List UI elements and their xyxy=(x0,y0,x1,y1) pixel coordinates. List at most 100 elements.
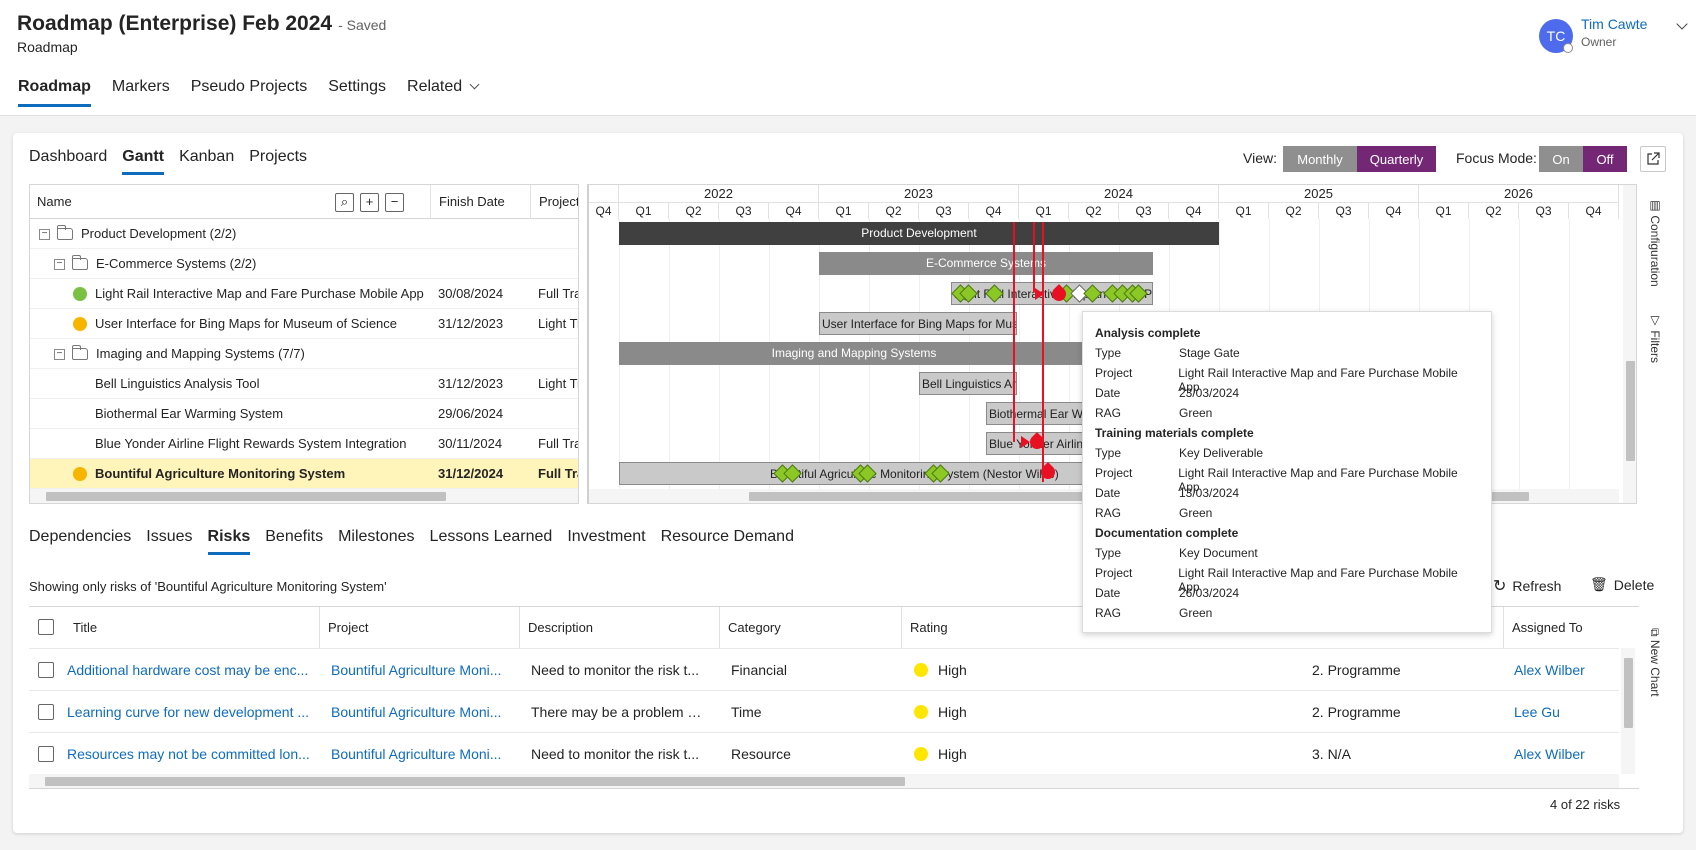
table-row[interactable]: Additional hardware cost may be enc... B… xyxy=(29,648,1619,690)
gantt-row[interactable]: User Interface for Bing Maps for Museum … xyxy=(30,309,578,339)
gantt-bar-imaging-mapping[interactable]: Imaging and Mapping Systems xyxy=(619,342,1089,365)
gantt-bar-product-development[interactable]: Product Development xyxy=(619,222,1219,245)
tab-benefits[interactable]: Benefits xyxy=(265,528,323,555)
rag-status-icon xyxy=(73,287,87,301)
new-chart-side-tab[interactable]: ⧉ New Chart xyxy=(1648,628,1662,697)
dependency-line[interactable] xyxy=(1033,222,1035,292)
row-finish-date: 30/08/2024 xyxy=(438,286,504,301)
table-row[interactable]: Learning curve for new development ... B… xyxy=(29,690,1619,732)
gantt-bar-bell-linguistics[interactable]: Bell Linguistics Analysis Tool xyxy=(919,372,1017,395)
row-name: Imaging and Mapping Systems (7/7) xyxy=(96,346,305,361)
quarter-label: Q2 xyxy=(669,202,719,219)
collapse-icon[interactable]: − xyxy=(54,349,65,360)
tab-markers[interactable]: Markers xyxy=(112,78,170,107)
gantt-row[interactable]: − Imaging and Mapping Systems (7/7) xyxy=(30,339,578,369)
risk-title-link[interactable]: Learning curve for new development ... xyxy=(67,691,317,733)
tab-related[interactable]: Related xyxy=(407,78,480,107)
gantt-row[interactable]: Light Rail Interactive Map and Fare Purc… xyxy=(30,279,578,309)
row-checkbox[interactable] xyxy=(38,746,54,762)
risk-project-link[interactable]: Bountiful Agriculture Moni... xyxy=(331,649,511,691)
row-checkbox[interactable] xyxy=(38,704,54,720)
gantt-row[interactable]: Blue Yonder Airline Flight Rewards Syste… xyxy=(30,429,578,459)
column-header-assigned-to[interactable]: Assigned To xyxy=(1503,607,1619,648)
tab-milestones[interactable]: Milestones xyxy=(338,528,414,555)
tab-roadmap[interactable]: Roadmap xyxy=(18,78,91,107)
risk-assigned-link[interactable]: Alex Wilber xyxy=(1514,733,1614,775)
risk-assigned-link[interactable]: Alex Wilber xyxy=(1514,649,1614,691)
scrollbar-thumb[interactable] xyxy=(45,777,905,786)
tab-related-label: Related xyxy=(407,78,463,95)
configuration-side-tab[interactable]: ▥ Configuration xyxy=(1648,198,1662,287)
monthly-button[interactable]: Monthly xyxy=(1283,146,1357,172)
gantt-row-selected[interactable]: Bountiful Agriculture Monitoring System … xyxy=(30,459,578,489)
delete-label: Delete xyxy=(1613,576,1655,593)
tooltip-field: Project Light Rail Interactive Map and Fa… xyxy=(1095,566,1479,594)
expand-all-button[interactable]: + xyxy=(360,193,379,212)
tab-resource-demand[interactable]: Resource Demand xyxy=(661,528,794,555)
scrollbar-thumb[interactable] xyxy=(46,492,446,501)
gantt-bar-e-commerce[interactable]: E-Commerce Systems xyxy=(819,252,1153,275)
risk-assigned-link[interactable]: Lee Gu xyxy=(1514,691,1614,733)
year-label: 2026 xyxy=(1419,185,1619,202)
tab-investment[interactable]: Investment xyxy=(567,528,645,555)
delete-button[interactable]: 🗑 Delete xyxy=(1590,576,1654,593)
tab-risks[interactable]: Risks xyxy=(207,528,251,555)
tab-kanban[interactable]: Kanban xyxy=(179,148,234,175)
timeline-vertical-scrollbar[interactable] xyxy=(1623,185,1636,503)
tab-settings[interactable]: Settings xyxy=(328,78,386,107)
scrollbar-thumb[interactable] xyxy=(1626,361,1635,461)
tab-issues[interactable]: Issues xyxy=(146,528,192,555)
grid-line xyxy=(1569,219,1570,489)
gantt-bar-bing-maps[interactable]: User Interface for Bing Maps for Museum … xyxy=(819,312,1017,335)
collapse-icon[interactable]: − xyxy=(39,229,50,240)
focus-off-button[interactable]: Off xyxy=(1583,146,1627,172)
tab-dependencies[interactable]: Dependencies xyxy=(29,528,131,555)
chevron-down-icon[interactable] xyxy=(1676,18,1688,30)
column-header-title[interactable]: Title xyxy=(65,607,349,648)
gantt-bar-biothermal[interactable]: Biothermal Ear Warming System xyxy=(986,402,1089,425)
column-header-description[interactable]: Description xyxy=(519,607,719,648)
table-horizontal-scrollbar[interactable] xyxy=(29,774,1619,788)
scrollbar-thumb[interactable] xyxy=(1624,658,1633,728)
popout-button[interactable] xyxy=(1640,146,1666,172)
tab-gantt[interactable]: Gantt xyxy=(122,148,165,175)
row-checkbox[interactable] xyxy=(38,662,54,678)
tooltip-field: Date 26/03/2024 xyxy=(1095,586,1479,606)
tab-pseudo-projects[interactable]: Pseudo Projects xyxy=(191,78,308,107)
tab-projects[interactable]: Projects xyxy=(249,148,307,175)
gantt-row[interactable]: − E-Commerce Systems (2/2) xyxy=(30,249,578,279)
risk-level: 3. N/A xyxy=(1312,746,1351,762)
collapse-all-button[interactable]: − xyxy=(385,193,404,212)
gantt-row[interactable]: Bell Linguistics Analysis Tool 31/12/202… xyxy=(30,369,579,399)
column-header-project[interactable]: Project xyxy=(530,185,578,219)
user-name[interactable]: Tim Cawte xyxy=(1581,16,1647,32)
table-row[interactable]: Resources may not be committed lon... Bo… xyxy=(29,732,1619,774)
focus-on-button[interactable]: On xyxy=(1539,146,1583,172)
tab-dashboard[interactable]: Dashboard xyxy=(29,148,107,175)
dependency-line[interactable] xyxy=(1013,222,1015,442)
tab-lessons-learned[interactable]: Lessons Learned xyxy=(430,528,553,555)
risk-title-link[interactable]: Resources may not be committed lon... xyxy=(67,733,317,775)
risk-project-link[interactable]: Bountiful Agriculture Moni... xyxy=(331,691,511,733)
quarter-label: Q1 xyxy=(819,202,869,219)
column-header-rating[interactable]: Rating xyxy=(901,607,1101,648)
column-header-finish-date[interactable]: Finish Date xyxy=(430,185,530,219)
risk-project-link[interactable]: Bountiful Agriculture Moni... xyxy=(331,733,511,775)
select-all-checkbox[interactable] xyxy=(38,619,54,635)
table-vertical-scrollbar[interactable] xyxy=(1621,648,1635,774)
column-header-category[interactable]: Category xyxy=(719,607,901,648)
quarterly-button[interactable]: Quarterly xyxy=(1357,146,1436,172)
delete-icon: 🗑 xyxy=(1590,576,1608,592)
tooltip-field-key: Date xyxy=(1095,486,1121,500)
gantt-row[interactable]: Biothermal Ear Warming System 29/06/2024 xyxy=(30,399,578,429)
search-icon[interactable]: ⌕ xyxy=(335,193,354,212)
folder-icon xyxy=(57,225,73,240)
filters-side-tab[interactable]: ▽ Filters xyxy=(1648,313,1662,363)
grid-horizontal-scrollbar[interactable] xyxy=(30,489,578,503)
row-project: Light Tr xyxy=(538,376,579,391)
column-header-project[interactable]: Project xyxy=(319,607,519,648)
refresh-button[interactable]: ↻ Refresh xyxy=(1493,576,1561,596)
risk-title-link[interactable]: Additional hardware cost may be enc... xyxy=(67,649,317,691)
gantt-row[interactable]: − Product Development (2/2) xyxy=(30,219,578,249)
collapse-icon[interactable]: − xyxy=(54,259,65,270)
